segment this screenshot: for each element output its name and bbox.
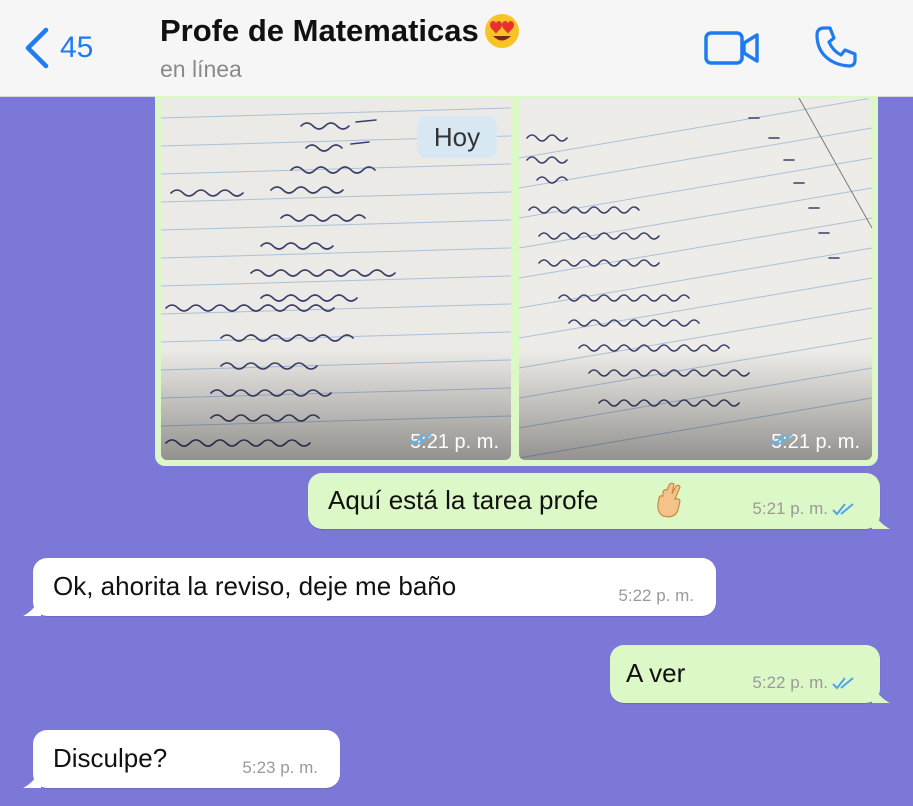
video-call-icon[interactable] (703, 27, 761, 69)
message-timestamp: 5:22 p. m. (752, 673, 858, 693)
image-message-bubble: 5:21 p. m. 5:21 p. m. (155, 96, 878, 466)
message-bubble-incoming[interactable]: Ok, ahorita la reviso, deje me baño 5:22… (23, 558, 716, 616)
message-timestamp: 5:21 p. m. (752, 499, 858, 519)
heart-eyes-emoji-icon (484, 14, 519, 48)
message-bubble-outgoing[interactable]: A ver 5:22 p. m. (610, 645, 890, 703)
photo-timestamp: 5:21 p. m. (771, 431, 860, 453)
message-bubble-outgoing[interactable]: Aquí está la tarea profe 5:21 p. m. (308, 473, 890, 529)
date-separator: Hoy (417, 116, 497, 158)
message-text: Disculpe? (53, 743, 168, 773)
unread-count: 45 (60, 31, 94, 64)
contact-status: en línea (160, 56, 242, 82)
chat-header: 45 Profe de Matematicas en línea (0, 0, 913, 97)
double-check-icon (771, 433, 793, 446)
double-check-icon (832, 677, 854, 690)
message-bubble-incoming[interactable]: Disculpe? 5:23 p. m. (23, 730, 340, 788)
message-text: Aquí está la tarea profe (328, 485, 599, 515)
back-button[interactable]: 45 (22, 26, 93, 70)
contact-name: Profe de Matematicas (160, 13, 479, 48)
photo-timestamp: 5:21 p. m. (410, 431, 499, 453)
double-check-icon (832, 503, 854, 516)
crossed-fingers-emoji-icon (657, 482, 681, 518)
homework-photo[interactable]: 5:21 p. m. (519, 98, 872, 460)
message-timestamp: 5:22 p. m. (618, 586, 694, 605)
message-text: Ok, ahorita la reviso, deje me baño (53, 571, 457, 601)
message-text: A ver (626, 658, 686, 688)
chevron-left-icon (25, 27, 49, 69)
message-timestamp: 5:23 p. m. (242, 758, 318, 777)
double-check-icon (410, 433, 432, 446)
phone-call-icon[interactable] (812, 23, 860, 71)
contact-name-row[interactable]: Profe de Matematicas (160, 12, 521, 50)
